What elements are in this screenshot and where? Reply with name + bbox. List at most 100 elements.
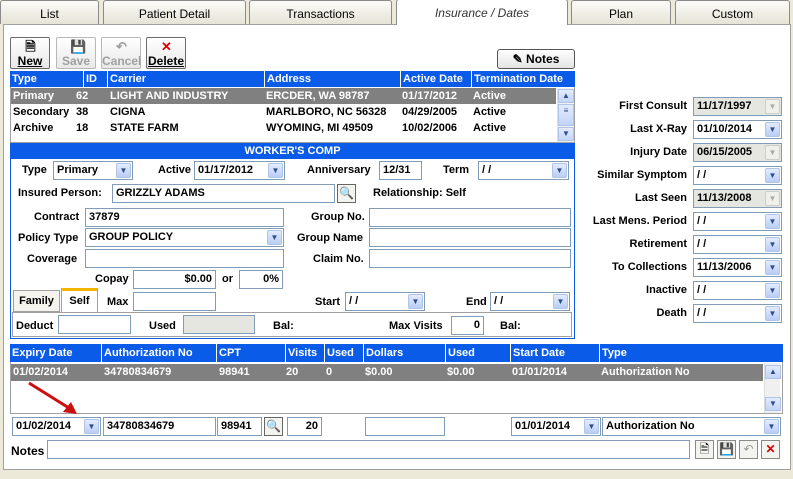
date-select[interactable]: 01/10/2014 ▼ (693, 120, 782, 139)
contract-value: 37879 (89, 211, 120, 223)
col-active-date: Active Date (400, 71, 463, 87)
contract-label: Contract (34, 211, 80, 223)
group-name-label: Group Name (297, 232, 364, 244)
tab-insurance-dates[interactable]: Insurance / Dates (396, 0, 568, 25)
notes-field[interactable] (47, 440, 690, 459)
chevron-down-icon[interactable]: ▼ (765, 99, 780, 114)
term-date-select[interactable]: / / ▼ (478, 161, 569, 180)
date-select[interactable]: / / ▼ (693, 235, 782, 254)
date-select[interactable]: / / ▼ (693, 304, 782, 323)
date-select[interactable]: 06/15/2005 ▼ (693, 143, 782, 162)
deduct-field[interactable] (58, 315, 131, 334)
chevron-down-icon[interactable]: ▼ (84, 419, 99, 434)
chevron-down-icon[interactable]: ▼ (765, 214, 780, 229)
policy-type-select[interactable]: GROUP POLICY ▼ (85, 228, 284, 247)
chevron-down-icon[interactable]: ▼ (552, 163, 567, 178)
workers-comp-title: WORKER'S COMP (11, 144, 574, 159)
date-value: 11/13/2008 (697, 192, 752, 204)
date-select[interactable]: / / ▼ (693, 212, 782, 231)
tab-label: List (40, 7, 59, 21)
copay-percent-field[interactable]: 0% (239, 270, 283, 289)
date-select[interactable]: 11/13/2008 ▼ (693, 189, 782, 208)
group-name-field[interactable] (369, 228, 571, 247)
chevron-down-icon[interactable]: ▼ (765, 168, 780, 183)
tab-plan[interactable]: Plan (571, 0, 671, 24)
date-label: First Consult (619, 100, 687, 112)
chevron-down-icon[interactable]: ▼ (765, 122, 780, 137)
chevron-down-icon[interactable]: ▼ (765, 260, 780, 275)
tab-list[interactable]: List (0, 0, 99, 24)
search-icon[interactable]: 🔍 (264, 417, 283, 436)
chevron-down-icon[interactable]: ▼ (765, 145, 780, 160)
cell-carrier: LIGHT AND INDUSTRY (110, 90, 229, 102)
notes-button[interactable]: ✎ Notes (497, 49, 575, 69)
coverage-field[interactable] (85, 249, 284, 268)
max-field[interactable] (133, 292, 216, 311)
new-button[interactable]: 🗎 New (10, 37, 50, 69)
tab-family[interactable]: Family (13, 290, 60, 312)
delete-button[interactable]: ✕ Delete (146, 37, 186, 69)
col-termination-date: Termination Date (471, 71, 563, 87)
tab-custom[interactable]: Custom (675, 0, 790, 24)
insured-person-field[interactable]: GRIZZLY ADAMS (112, 184, 335, 203)
chevron-down-icon[interactable]: ▼ (764, 419, 779, 434)
chevron-down-icon[interactable]: ▼ (765, 283, 780, 298)
date-select[interactable]: 11/13/2006 ▼ (693, 258, 782, 277)
active-date-select[interactable]: 01/17/2012 ▼ (194, 161, 285, 180)
new-record-icon[interactable]: 🗎 (695, 440, 714, 459)
date-label: To Collections (612, 261, 687, 273)
chevron-down-icon[interactable]: ▼ (267, 230, 282, 245)
carrier-table-header: Type ID Carrier Address Active Date Term… (10, 71, 575, 87)
auth-type-select[interactable]: Authorization No ▼ (602, 417, 781, 436)
authorization-no-field[interactable]: 34780834679 (103, 417, 216, 436)
table-row[interactable]: 01/02/2014 34780834679 98941 20 0 $0.00 … (11, 364, 763, 381)
end-date-select[interactable]: / / ▼ (490, 292, 570, 311)
type-select[interactable]: Primary ▼ (53, 161, 133, 180)
date-value: / / (697, 238, 707, 250)
save-button[interactable]: 💾 Save (56, 37, 96, 69)
undo-icon[interactable]: ↶ (739, 440, 758, 459)
chevron-down-icon[interactable]: ▼ (765, 306, 780, 321)
chevron-down-icon[interactable]: ▼ (765, 191, 780, 206)
authorization-scrollbar[interactable]: ▲ ▼ (764, 363, 781, 413)
date-select[interactable]: 11/17/1997 ▼ (693, 97, 782, 116)
save-label: Save (61, 54, 91, 68)
date-value: / / (697, 215, 707, 227)
save-icon[interactable]: 💾 (717, 440, 736, 459)
cell-dollars: $0.00 (365, 366, 393, 378)
date-select[interactable]: / / ▼ (693, 281, 782, 300)
tab-patient-detail[interactable]: Patient Detail (103, 0, 246, 24)
tab-transactions[interactable]: Transactions (249, 0, 392, 24)
table-row[interactable]: Archive 18 STATE FARM WYOMING, MI 49509 … (11, 120, 556, 136)
chevron-down-icon[interactable]: ▼ (268, 163, 283, 178)
tab-self[interactable]: Self (61, 288, 98, 313)
expiry-date-select[interactable]: 01/02/2014 ▼ (12, 417, 101, 436)
group-no-field[interactable] (369, 208, 571, 227)
copay-percent-value: 0% (263, 273, 279, 285)
scroll-down-icon[interactable]: ▼ (765, 397, 781, 411)
cancel-button[interactable]: ↶ Cancel (101, 37, 141, 69)
claim-no-field[interactable] (369, 249, 571, 268)
date-select[interactable]: / / ▼ (693, 166, 782, 185)
chevron-down-icon[interactable]: ▼ (584, 419, 599, 434)
search-icon[interactable]: 🔍 (337, 184, 356, 203)
contract-field[interactable]: 37879 (85, 208, 284, 227)
dollars-field[interactable] (365, 417, 445, 436)
start-date-edit-select[interactable]: 01/01/2014 ▼ (511, 417, 601, 436)
chevron-down-icon[interactable]: ▼ (765, 237, 780, 252)
table-row[interactable]: Primary 62 LIGHT AND INDUSTRY ERCDER, WA… (11, 88, 556, 104)
copay-field[interactable]: $0.00 (133, 270, 216, 289)
start-date-select[interactable]: / / ▼ (345, 292, 425, 311)
max-visits-field[interactable]: 0 (451, 316, 484, 335)
relationship-text: Relationship: Self (373, 187, 466, 199)
table-row[interactable]: Secondary 38 CIGNA MARLBORO, NC 56328 04… (11, 104, 556, 120)
scroll-up-icon[interactable]: ▲ (765, 365, 781, 379)
date-label: Last Seen (635, 192, 687, 204)
delete-x-icon[interactable]: ✕ (761, 440, 780, 459)
visits-field[interactable]: 20 (287, 417, 322, 436)
chevron-down-icon[interactable]: ▼ (553, 294, 568, 309)
cpt-field[interactable]: 98941 (217, 417, 262, 436)
anniversary-field[interactable]: 12/31 (379, 161, 422, 180)
chevron-down-icon[interactable]: ▼ (116, 163, 131, 178)
chevron-down-icon[interactable]: ▼ (408, 294, 423, 309)
